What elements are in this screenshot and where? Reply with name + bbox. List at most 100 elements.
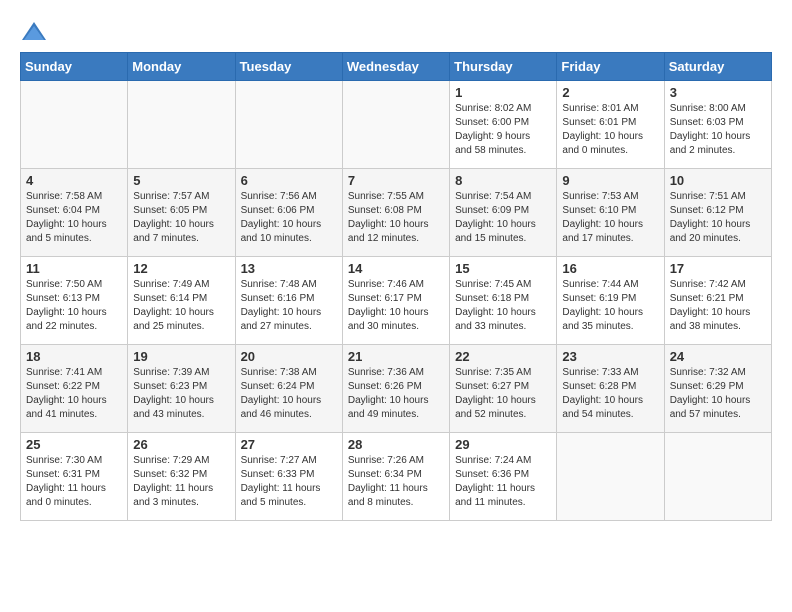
calendar-cell [128, 81, 235, 169]
calendar-header-row: SundayMondayTuesdayWednesdayThursdayFrid… [21, 53, 772, 81]
calendar-cell [664, 433, 771, 521]
day-number: 19 [133, 349, 229, 364]
calendar-cell: 12 Sunrise: 7:49 AMSunset: 6:14 PMDayligh… [128, 257, 235, 345]
calendar-cell: 9Sunrise: 7:53 AMSunset: 6:10 PMDaylight… [557, 169, 664, 257]
day-number: 23 [562, 349, 658, 364]
day-info: Sunrise: 7:50 AMSunset: 6:13 PMDaylight:… [26, 278, 122, 334]
day-info: Sunrise: 7:32 AMSunset: 6:29 PMDaylight:… [670, 366, 766, 422]
calendar-cell: 15 Sunrise: 7:45 AMSunset: 6:18 PMDayligh… [450, 257, 557, 345]
calendar-cell: 10 Sunrise: 7:51 AMSunset: 6:12 PMDayligh… [664, 169, 771, 257]
calendar-cell: 3 Sunrise: 8:00 AMSunset: 6:03 PMDaylight… [664, 81, 771, 169]
calendar-cell: 16Sunrise: 7:44 AMSunset: 6:19 PMDayligh… [557, 257, 664, 345]
day-number: 15 [455, 261, 551, 276]
calendar-cell: 27Sunrise: 7:27 AMSunset: 6:33 PMDayligh… [235, 433, 342, 521]
day-info: Sunrise: 7:41 AMSunset: 6:22 PMDaylight:… [26, 366, 122, 422]
day-number: 28 [348, 437, 444, 452]
calendar-cell: 6 Sunrise: 7:56 AMSunset: 6:06 PMDaylight… [235, 169, 342, 257]
day-number: 25 [26, 437, 122, 452]
calendar-cell [342, 81, 449, 169]
day-number: 5 [133, 173, 229, 188]
day-number: 11 [26, 261, 122, 276]
day-number: 2 [562, 85, 658, 100]
column-header-sunday: Sunday [21, 53, 128, 81]
calendar-cell: 24Sunrise: 7:32 AMSunset: 6:29 PMDayligh… [664, 345, 771, 433]
calendar-cell: 19 Sunrise: 7:39 AMSunset: 6:23 PMDayligh… [128, 345, 235, 433]
calendar-week-row: 1 Sunrise: 8:02 AMSunset: 6:00 PMDaylight… [21, 81, 772, 169]
calendar-cell: 22 Sunrise: 7:35 AMSunset: 6:27 PMDayligh… [450, 345, 557, 433]
calendar-cell: 17Sunrise: 7:42 AMSunset: 6:21 PMDayligh… [664, 257, 771, 345]
day-info: Sunrise: 7:30 AMSunset: 6:31 PMDaylight:… [26, 454, 122, 510]
calendar-week-row: 18 Sunrise: 7:41 AMSunset: 6:22 PMDayligh… [21, 345, 772, 433]
column-header-tuesday: Tuesday [235, 53, 342, 81]
calendar-body: 1 Sunrise: 8:02 AMSunset: 6:00 PMDaylight… [21, 81, 772, 521]
logo [20, 20, 52, 42]
day-number: 6 [241, 173, 337, 188]
day-number: 22 [455, 349, 551, 364]
day-number: 29 [455, 437, 551, 452]
day-info: Sunrise: 7:39 AMSunset: 6:23 PMDaylight:… [133, 366, 229, 422]
column-header-thursday: Thursday [450, 53, 557, 81]
day-number: 13 [241, 261, 337, 276]
day-info: Sunrise: 8:00 AMSunset: 6:03 PMDaylight:… [670, 102, 766, 158]
day-number: 7 [348, 173, 444, 188]
day-info: Sunrise: 7:38 AMSunset: 6:24 PMDaylight:… [241, 366, 337, 422]
column-header-wednesday: Wednesday [342, 53, 449, 81]
day-info: Sunrise: 7:55 AMSunset: 6:08 PMDaylight:… [348, 190, 444, 246]
day-info: Sunrise: 7:35 AMSunset: 6:27 PMDaylight:… [455, 366, 551, 422]
day-number: 4 [26, 173, 122, 188]
calendar-cell: 5Sunrise: 7:57 AMSunset: 6:05 PMDaylight… [128, 169, 235, 257]
day-number: 26 [133, 437, 229, 452]
calendar-cell: 18 Sunrise: 7:41 AMSunset: 6:22 PMDayligh… [21, 345, 128, 433]
day-info: Sunrise: 7:56 AMSunset: 6:06 PMDaylight:… [241, 190, 337, 246]
day-number: 1 [455, 85, 551, 100]
day-info: Sunrise: 7:27 AMSunset: 6:33 PMDaylight:… [241, 454, 337, 510]
day-info: Sunrise: 7:45 AMSunset: 6:18 PMDaylight:… [455, 278, 551, 334]
day-number: 8 [455, 173, 551, 188]
day-info: Sunrise: 8:02 AMSunset: 6:00 PMDaylight:… [455, 102, 551, 158]
day-info: Sunrise: 7:33 AMSunset: 6:28 PMDaylight:… [562, 366, 658, 422]
day-info: Sunrise: 7:51 AMSunset: 6:12 PMDaylight:… [670, 190, 766, 246]
day-info: Sunrise: 8:01 AMSunset: 6:01 PMDaylight:… [562, 102, 658, 158]
day-info: Sunrise: 7:58 AMSunset: 6:04 PMDaylight:… [26, 190, 122, 246]
calendar-cell: 11 Sunrise: 7:50 AMSunset: 6:13 PMDayligh… [21, 257, 128, 345]
day-info: Sunrise: 7:53 AMSunset: 6:10 PMDaylight:… [562, 190, 658, 246]
day-info: Sunrise: 7:48 AMSunset: 6:16 PMDaylight:… [241, 278, 337, 334]
day-info: Sunrise: 7:54 AMSunset: 6:09 PMDaylight:… [455, 190, 551, 246]
day-number: 17 [670, 261, 766, 276]
calendar-cell: 29Sunrise: 7:24 AMSunset: 6:36 PMDayligh… [450, 433, 557, 521]
calendar-cell: 25 Sunrise: 7:30 AMSunset: 6:31 PMDayligh… [21, 433, 128, 521]
day-number: 18 [26, 349, 122, 364]
calendar-week-row: 25 Sunrise: 7:30 AMSunset: 6:31 PMDayligh… [21, 433, 772, 521]
calendar-week-row: 11 Sunrise: 7:50 AMSunset: 6:13 PMDayligh… [21, 257, 772, 345]
calendar-cell: 4 Sunrise: 7:58 AMSunset: 6:04 PMDaylight… [21, 169, 128, 257]
day-number: 21 [348, 349, 444, 364]
day-number: 20 [241, 349, 337, 364]
calendar-cell: 14 Sunrise: 7:46 AMSunset: 6:17 PMDayligh… [342, 257, 449, 345]
day-info: Sunrise: 7:29 AMSunset: 6:32 PMDaylight:… [133, 454, 229, 510]
day-number: 10 [670, 173, 766, 188]
column-header-saturday: Saturday [664, 53, 771, 81]
column-header-monday: Monday [128, 53, 235, 81]
day-number: 3 [670, 85, 766, 100]
calendar-cell: 28 Sunrise: 7:26 AMSunset: 6:34 PMDayligh… [342, 433, 449, 521]
calendar-cell: 13 Sunrise: 7:48 AMSunset: 6:16 PMDayligh… [235, 257, 342, 345]
calendar-cell: 23 Sunrise: 7:33 AMSunset: 6:28 PMDayligh… [557, 345, 664, 433]
day-info: Sunrise: 7:49 AMSunset: 6:14 PMDaylight:… [133, 278, 229, 334]
day-number: 14 [348, 261, 444, 276]
calendar-table: SundayMondayTuesdayWednesdayThursdayFrid… [20, 52, 772, 521]
calendar-cell: 2 Sunrise: 8:01 AMSunset: 6:01 PMDaylight… [557, 81, 664, 169]
calendar-cell: 7 Sunrise: 7:55 AMSunset: 6:08 PMDaylight… [342, 169, 449, 257]
day-number: 12 [133, 261, 229, 276]
header [20, 20, 772, 42]
calendar-cell: 1 Sunrise: 8:02 AMSunset: 6:00 PMDaylight… [450, 81, 557, 169]
day-info: Sunrise: 7:36 AMSunset: 6:26 PMDaylight:… [348, 366, 444, 422]
calendar-cell: 8 Sunrise: 7:54 AMSunset: 6:09 PMDaylight… [450, 169, 557, 257]
day-number: 16 [562, 261, 658, 276]
calendar-cell: 26 Sunrise: 7:29 AMSunset: 6:32 PMDayligh… [128, 433, 235, 521]
day-info: Sunrise: 7:26 AMSunset: 6:34 PMDaylight:… [348, 454, 444, 510]
day-info: Sunrise: 7:46 AMSunset: 6:17 PMDaylight:… [348, 278, 444, 334]
calendar-cell [235, 81, 342, 169]
logo-icon [20, 20, 48, 42]
column-header-friday: Friday [557, 53, 664, 81]
calendar-cell [21, 81, 128, 169]
